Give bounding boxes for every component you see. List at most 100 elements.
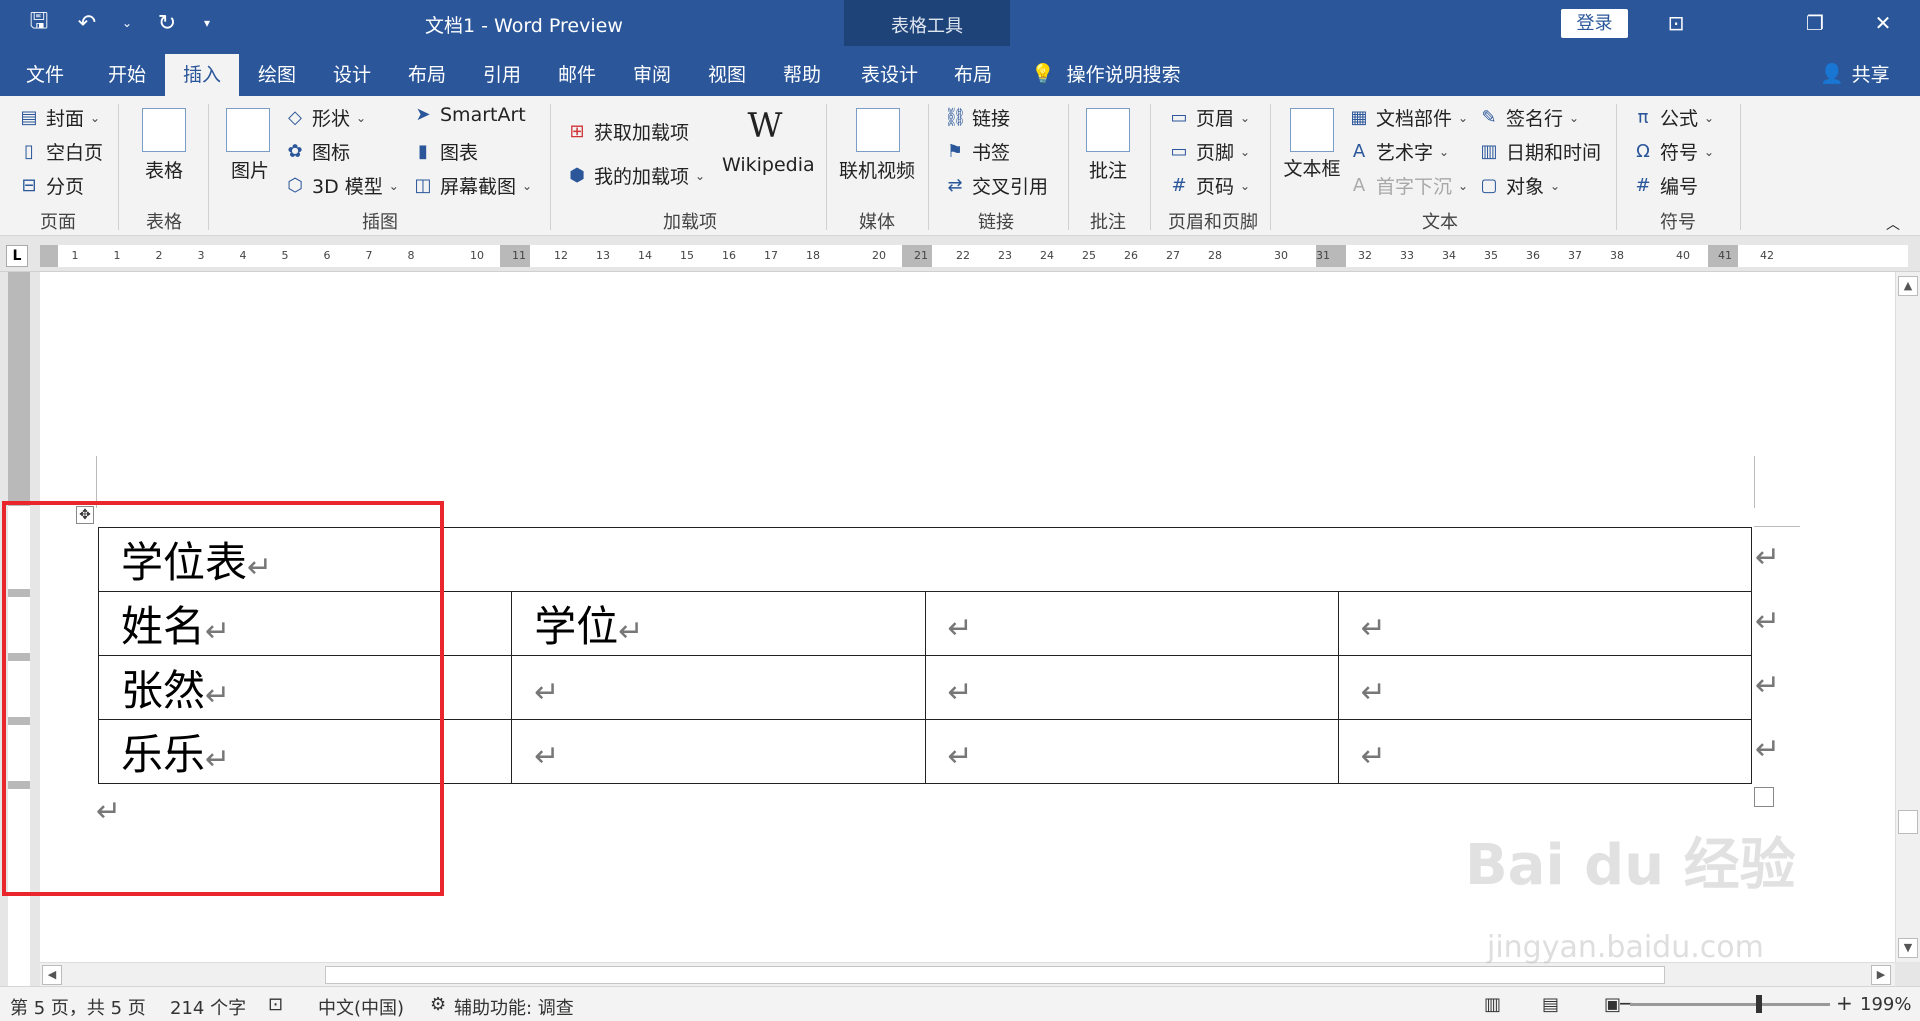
online-video-button[interactable]: 联机视频 xyxy=(836,156,918,183)
scroll-down-icon[interactable]: ▼ xyxy=(1898,938,1918,958)
tab-insert[interactable]: 插入 xyxy=(165,54,240,96)
table-cell[interactable]: ↵ xyxy=(924,719,1339,784)
zoom-slider[interactable] xyxy=(1630,1003,1830,1006)
restore-window-icon[interactable]: ❐ xyxy=(1792,6,1838,40)
signature-line-button[interactable]: ✎ 签名行 ⌄ xyxy=(1478,104,1579,131)
ruler-tick-label: 31 xyxy=(1316,249,1330,262)
ribbon-display-options-icon[interactable]: ⊡ xyxy=(1653,6,1699,40)
shapes-button[interactable]: ◇ 形状 ⌄ xyxy=(284,104,366,131)
horizontal-scroll-thumb[interactable] xyxy=(325,966,1665,984)
horizontal-ruler[interactable]: 1 1 2 3 4 5 6 7 8 10 11 12 13 14 15 16 17 18 20 21 22 23 24 25 2… xyxy=(40,245,1908,267)
my-addins-button[interactable]: ⬢ 我的加载项 ⌄ xyxy=(566,162,705,189)
link-button[interactable]: ⛓ 链接 xyxy=(944,104,1010,131)
table-cell[interactable]: ↵ xyxy=(1337,719,1753,784)
language[interactable]: 中文(中国) xyxy=(318,994,404,1020)
wordart-button[interactable]: A 艺术字 ⌄ xyxy=(1348,138,1449,165)
number-button[interactable]: # 编号 xyxy=(1632,172,1698,199)
date-time-button[interactable]: ▥ 日期和时间 xyxy=(1478,138,1601,165)
tell-me-search[interactable]: 💡 操作说明搜索 xyxy=(1031,60,1181,87)
tab-mailings[interactable]: 邮件 xyxy=(558,60,596,87)
footer-button[interactable]: ▭ 页脚 ⌄ xyxy=(1168,138,1250,165)
wikipedia-button[interactable]: Wikipedia xyxy=(722,154,815,176)
screenshot-button[interactable]: ◫ 屏幕截图 ⌄ xyxy=(412,172,532,199)
table-cell[interactable]: ↵ xyxy=(924,655,1339,720)
comment-icon xyxy=(1086,108,1130,152)
zoom-slider-thumb[interactable] xyxy=(1756,995,1762,1013)
cover-page-button[interactable]: ▤ 封面 ⌄ xyxy=(18,104,100,131)
tab-references[interactable]: 引用 xyxy=(483,60,521,87)
share-button[interactable]: 👤 共享 xyxy=(1820,60,1890,87)
table-cell[interactable]: 学位↵ xyxy=(511,591,926,656)
page-break-button[interactable]: ⊟ 分页 xyxy=(18,172,84,199)
table-button[interactable]: 表格 xyxy=(136,156,192,183)
equation-button[interactable]: π 公式 ⌄ xyxy=(1632,104,1715,131)
tab-help[interactable]: 帮助 xyxy=(783,60,821,87)
get-addins-button[interactable]: ⊞ 获取加载项 xyxy=(566,118,689,145)
header-button[interactable]: ▭ 页眉 ⌄ xyxy=(1168,104,1250,131)
object-label: 对象 xyxy=(1506,176,1545,198)
symbol-button[interactable]: Ω 符号 ⌄ xyxy=(1632,138,1714,165)
table-resize-handle[interactable] xyxy=(1754,787,1774,807)
ruler-tick-label: 26 xyxy=(1124,249,1138,262)
page-count[interactable]: 第 5 页，共 5 页 xyxy=(10,994,146,1020)
horizontal-scrollbar[interactable]: ◀ ▶ xyxy=(40,962,1895,986)
login-button[interactable]: 登录 xyxy=(1561,9,1628,38)
vertical-scroll-thumb[interactable] xyxy=(1898,810,1918,834)
blank-page-button[interactable]: ▯ 空白页 xyxy=(18,138,103,165)
tab-review[interactable]: 审阅 xyxy=(633,60,671,87)
ruler-tick-label: 16 xyxy=(722,249,736,262)
redo-icon[interactable]: ↻ xyxy=(152,8,182,38)
drop-cap-button: A 首字下沉 ⌄ xyxy=(1348,172,1468,199)
table-cell[interactable]: ↵ xyxy=(924,591,1339,656)
pictures-button[interactable]: 图片 xyxy=(222,156,278,183)
undo-icon[interactable]: ↶ xyxy=(72,8,102,38)
scroll-left-icon[interactable]: ◀ xyxy=(42,965,62,985)
collapse-ribbon-icon[interactable]: ︿ xyxy=(1886,214,1900,234)
vertical-scrollbar[interactable]: ▲ ▼ xyxy=(1895,272,1920,962)
ruler-tick-label: 5 xyxy=(281,249,289,262)
proofing-icon[interactable]: ⊡ xyxy=(268,994,283,1015)
table-cell[interactable]: ↵ xyxy=(1337,655,1753,720)
table-cell[interactable]: ↵ xyxy=(1337,591,1753,656)
tab-layout[interactable]: 布局 xyxy=(408,60,446,87)
customize-qat-icon[interactable]: ▾ xyxy=(200,8,214,38)
undo-dropdown-icon[interactable]: ⌄ xyxy=(120,8,134,38)
tab-file[interactable]: 文件 xyxy=(26,60,64,87)
tab-design[interactable]: 设计 xyxy=(333,60,371,87)
object-button[interactable]: ▢ 对象 ⌄ xyxy=(1478,172,1560,199)
print-layout-icon[interactable]: ▤ xyxy=(1542,994,1559,1015)
cross-reference-button[interactable]: ⇄ 交叉引用 xyxy=(944,172,1048,199)
chart-button[interactable]: ▮ 图表 xyxy=(412,138,478,165)
page-number-icon: # xyxy=(1171,174,1187,196)
save-icon[interactable]: 🖫 xyxy=(24,8,54,38)
3d-models-button[interactable]: ⬡ 3D 模型 ⌄ xyxy=(284,172,399,199)
table-cell[interactable]: ↵ xyxy=(511,655,926,720)
close-window-icon[interactable]: ✕ xyxy=(1860,6,1906,40)
smartart-button[interactable]: ➤ SmartArt xyxy=(412,104,525,126)
chart-icon: ▮ xyxy=(418,140,428,162)
accessibility-status[interactable]: 辅助功能: 调查 xyxy=(454,994,574,1020)
quick-parts-button[interactable]: ▦ 文档部件 ⌄ xyxy=(1348,104,1468,131)
page-number-button[interactable]: # 页码 ⌄ xyxy=(1168,172,1250,199)
zoom-in-icon[interactable]: + xyxy=(1836,991,1853,1015)
comment-button[interactable]: 批注 xyxy=(1078,156,1138,183)
icons-button[interactable]: ✿ 图标 xyxy=(284,138,350,165)
tab-table-design[interactable]: 表设计 xyxy=(861,60,918,87)
zoom-level[interactable]: 199% xyxy=(1860,994,1911,1015)
quick-parts-label: 文档部件 xyxy=(1376,108,1453,130)
table-cell[interactable]: ↵ xyxy=(511,719,926,784)
tab-draw[interactable]: 绘图 xyxy=(258,60,296,87)
scroll-up-icon[interactable]: ▲ xyxy=(1898,276,1918,296)
paragraph-mark: ↵ xyxy=(947,675,973,710)
scroll-right-icon[interactable]: ▶ xyxy=(1871,965,1891,985)
read-mode-icon[interactable]: ▥ xyxy=(1484,994,1501,1015)
textbox-button[interactable]: 文本框 xyxy=(1280,154,1344,181)
tab-view[interactable]: 视图 xyxy=(708,60,746,87)
tab-selector[interactable]: L xyxy=(6,245,28,267)
tab-table-layout[interactable]: 布局 xyxy=(954,60,992,87)
tab-home[interactable]: 开始 xyxy=(108,60,146,87)
ruler-tick-label: 8 xyxy=(407,249,415,262)
group-pages-label: 页面 xyxy=(40,212,76,233)
word-count[interactable]: 214 个字 xyxy=(170,994,246,1020)
bookmark-button[interactable]: ⚑ 书签 xyxy=(944,138,1010,165)
